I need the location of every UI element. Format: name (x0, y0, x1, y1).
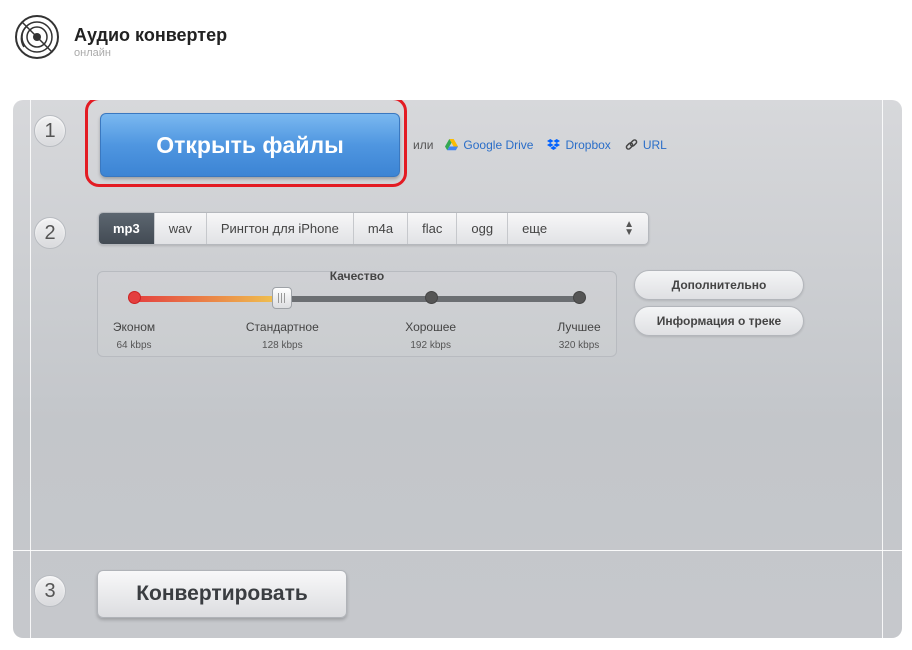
track-info-button[interactable]: Информация о треке (634, 306, 804, 336)
step-number-1: 1 (34, 115, 66, 147)
quality-level-bitrate: 128 kbps (262, 340, 303, 351)
format-selector: mp3 wav Рингтон для iPhone m4a flac ogg … (98, 212, 649, 245)
google-drive-icon (445, 139, 459, 151)
quality-stop-0[interactable] (128, 291, 141, 304)
format-mp3[interactable]: mp3 (99, 213, 155, 244)
format-more-dropdown[interactable]: еще ▲ ▼ (508, 213, 648, 244)
app-subtitle: онлайн (74, 47, 111, 59)
quality-level-label[interactable]: Хорошее (405, 320, 456, 334)
or-label: или (413, 138, 434, 152)
url-label: URL (642, 138, 667, 152)
dropbox-label: Dropbox (565, 138, 611, 152)
step-number-2: 2 (34, 217, 66, 249)
quality-slider-fill (134, 296, 285, 302)
format-flac[interactable]: flac (408, 213, 458, 244)
app-title: Аудио конвертер (74, 25, 228, 45)
format-more-label: еще (522, 221, 548, 236)
converter-panel: 1 Открыть файлы или Google Drive Dropbox… (13, 100, 902, 638)
quality-level-bitrate: 64 kbps (116, 340, 152, 351)
link-icon (625, 139, 638, 151)
quality-level-bitrate: 320 kbps (558, 340, 600, 351)
dropbox-link[interactable]: Dropbox (547, 138, 611, 152)
url-link[interactable]: URL (625, 138, 667, 152)
quality-title: Качество (329, 269, 385, 283)
google-drive-link[interactable]: Google Drive (445, 138, 533, 152)
google-drive-label: Google Drive (463, 138, 534, 152)
format-ogg[interactable]: ogg (457, 213, 509, 244)
quality-slider-handle[interactable] (272, 287, 293, 309)
disc-icon (14, 14, 60, 60)
quality-stop-3[interactable] (573, 291, 586, 304)
quality-level-label[interactable]: Лучшее (557, 320, 600, 334)
format-wav[interactable]: wav (155, 213, 207, 244)
panel-divider (882, 100, 883, 638)
source-links: или Google Drive Dropbox URL (413, 138, 681, 152)
advanced-settings-button[interactable]: Дополнительно (634, 270, 804, 300)
panel-divider (13, 550, 902, 551)
convert-button[interactable]: Конвертировать (97, 570, 347, 618)
up-down-arrow-icon: ▲ ▼ (624, 218, 634, 238)
format-m4a[interactable]: m4a (354, 213, 409, 244)
quality-level-label[interactable]: Стандартное (246, 320, 319, 334)
quality-level-bitrate: 192 kbps (410, 340, 451, 351)
quality-selector: Качество Эконом 64 kbps Стандартное 128 kbp… (97, 269, 617, 357)
panel-divider (30, 100, 31, 638)
quality-stop-2[interactable] (424, 291, 438, 304)
format-iphone-ringtone[interactable]: Рингтон для iPhone (207, 213, 354, 244)
quality-level-label[interactable]: Эконом (113, 320, 155, 334)
dropbox-icon (547, 139, 561, 151)
step-number-3: 3 (34, 575, 66, 607)
quality-slider-track[interactable] (134, 296, 582, 302)
open-files-button[interactable]: Открыть файлы (100, 113, 400, 177)
